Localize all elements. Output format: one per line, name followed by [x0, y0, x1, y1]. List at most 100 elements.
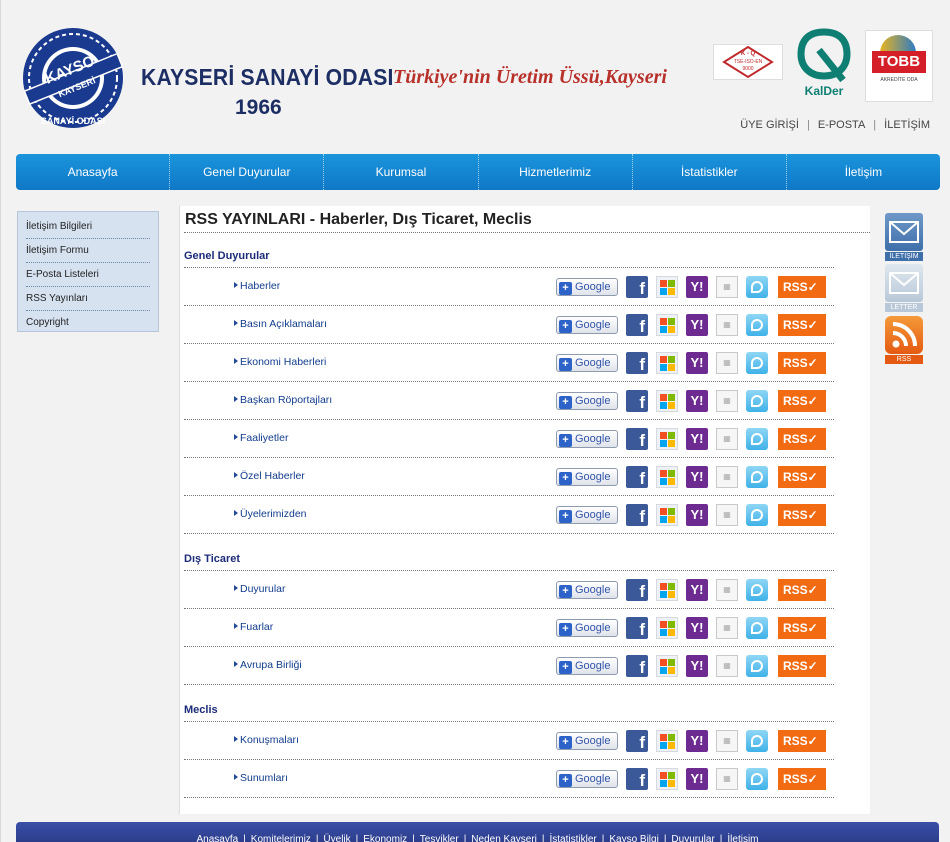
add-to-google-button[interactable]: + Google — [556, 732, 618, 750]
feed-reader-button[interactable]: ▦ — [716, 768, 738, 790]
windows-live-button[interactable] — [656, 276, 678, 298]
yahoo-button[interactable]: Y! — [686, 655, 708, 677]
add-to-google-button[interactable]: + Google — [556, 657, 618, 675]
rss-button[interactable]: RSS✓ — [778, 617, 826, 639]
facebook-button[interactable]: f — [626, 352, 648, 374]
footer-link[interactable]: Ekonomiz — [363, 834, 407, 842]
rss-button[interactable]: RSS✓ — [778, 276, 826, 298]
add-to-google-button[interactable]: + Google — [556, 581, 618, 599]
feed-link[interactable]: Ekonomi Haberleri — [234, 356, 326, 368]
add-to-google-button[interactable]: + Google — [556, 354, 618, 372]
feed-reader-button[interactable]: ▦ — [716, 655, 738, 677]
footer-link[interactable]: Kayso Bilgi — [609, 834, 658, 842]
twitter-button[interactable] — [746, 466, 768, 488]
twitter-button[interactable] — [746, 428, 768, 450]
nav-announcements[interactable]: Genel Duyurular — [170, 154, 325, 190]
footer-link[interactable]: Komitelerimiz — [251, 834, 311, 842]
feed-link[interactable]: Konuşmaları — [234, 734, 299, 746]
rss-button[interactable]: RSS✓ — [778, 768, 826, 790]
facebook-button[interactable]: f — [626, 314, 648, 336]
windows-live-button[interactable] — [656, 390, 678, 412]
yahoo-button[interactable]: Y! — [686, 617, 708, 639]
facebook-button[interactable]: f — [626, 504, 648, 526]
facebook-button[interactable]: f — [626, 390, 648, 412]
feed-link[interactable]: Haberler — [234, 280, 280, 292]
twitter-button[interactable] — [746, 390, 768, 412]
facebook-button[interactable]: f — [626, 579, 648, 601]
windows-live-button[interactable] — [656, 768, 678, 790]
member-login-link[interactable]: ÜYE GİRİŞİ — [740, 119, 799, 131]
windows-live-button[interactable] — [656, 428, 678, 450]
feed-reader-button[interactable]: ▦ — [716, 579, 738, 601]
feed-link[interactable]: Sunumları — [234, 772, 288, 784]
windows-live-button[interactable] — [656, 617, 678, 639]
add-to-google-button[interactable]: + Google — [556, 468, 618, 486]
kayso-logo[interactable]: KAYSO KAYSERİ SANAYİ ODASI — [15, 24, 133, 130]
twitter-button[interactable] — [746, 314, 768, 336]
sidebar-item-email-lists[interactable]: E-Posta Listeleri — [26, 263, 150, 287]
rss-button[interactable]: RSS✓ — [778, 504, 826, 526]
rss-button[interactable]: RSS✓ — [778, 730, 826, 752]
footer-link[interactable]: Anasayfa — [196, 834, 238, 842]
rss-button[interactable]: RSS✓ — [778, 655, 826, 677]
sidebar-item-copyright[interactable]: Copyright — [26, 311, 150, 335]
feed-reader-button[interactable]: ▦ — [716, 428, 738, 450]
contact-link[interactable]: İLETİŞİM — [884, 119, 930, 131]
footer-link[interactable]: İstatistikler — [550, 834, 597, 842]
facebook-button[interactable]: f — [626, 768, 648, 790]
sidebar-item-rss-feeds[interactable]: RSS Yayınları — [26, 287, 150, 311]
nav-home[interactable]: Anasayfa — [16, 154, 171, 190]
nav-statistics[interactable]: İstatistikler — [633, 154, 787, 190]
feed-reader-button[interactable]: ▦ — [716, 504, 738, 526]
feed-link[interactable]: Duyurular — [234, 583, 286, 595]
rss-button[interactable]: RSS✓ — [778, 390, 826, 412]
nav-corporate[interactable]: Kurumsal — [324, 154, 479, 190]
yahoo-button[interactable]: Y! — [686, 390, 708, 412]
sidebar-item-contact-info[interactable]: İletişim Bilgileri — [26, 215, 150, 239]
footer-link[interactable]: İletişim — [727, 834, 758, 842]
feed-reader-button[interactable]: ▦ — [716, 276, 738, 298]
feed-link[interactable]: Faaliyetler — [234, 432, 288, 444]
windows-live-button[interactable] — [656, 730, 678, 752]
footer-link[interactable]: Üyelik — [323, 834, 350, 842]
rss-button[interactable]: RSS✓ — [778, 466, 826, 488]
feed-reader-button[interactable]: ▦ — [716, 466, 738, 488]
facebook-button[interactable]: f — [626, 617, 648, 639]
windows-live-button[interactable] — [656, 314, 678, 336]
twitter-button[interactable] — [746, 655, 768, 677]
footer-link[interactable]: Neden Kayseri — [471, 834, 537, 842]
feed-link[interactable]: Fuarlar — [234, 621, 273, 633]
yahoo-button[interactable]: Y! — [686, 504, 708, 526]
twitter-button[interactable] — [746, 352, 768, 374]
twitter-button[interactable] — [746, 730, 768, 752]
feed-reader-button[interactable]: ▦ — [716, 390, 738, 412]
yahoo-button[interactable]: Y! — [686, 730, 708, 752]
facebook-button[interactable]: f — [626, 428, 648, 450]
facebook-button[interactable]: f — [626, 655, 648, 677]
feed-link[interactable]: Özel Haberler — [234, 470, 305, 482]
add-to-google-button[interactable]: + Google — [556, 392, 618, 410]
windows-live-button[interactable] — [656, 655, 678, 677]
nav-contact[interactable]: İletişim — [787, 154, 940, 190]
nav-services[interactable]: Hizmetlerimiz — [479, 154, 633, 190]
feed-link[interactable]: Başkan Röportajları — [234, 394, 332, 406]
feed-link[interactable]: Üyelerimizden — [234, 508, 307, 520]
yahoo-button[interactable]: Y! — [686, 314, 708, 336]
contact-mail-icon[interactable]: İLETİŞİM — [885, 213, 923, 261]
windows-live-button[interactable] — [656, 504, 678, 526]
twitter-button[interactable] — [746, 504, 768, 526]
yahoo-button[interactable]: Y! — [686, 276, 708, 298]
feed-reader-button[interactable]: ▦ — [716, 352, 738, 374]
yahoo-button[interactable]: Y! — [686, 352, 708, 374]
add-to-google-button[interactable]: + Google — [556, 770, 618, 788]
add-to-google-button[interactable]: + Google — [556, 619, 618, 637]
sidebar-item-contact-form[interactable]: İletişim Formu — [26, 239, 150, 263]
twitter-button[interactable] — [746, 617, 768, 639]
add-to-google-button[interactable]: + Google — [556, 278, 618, 296]
feed-reader-button[interactable]: ▦ — [716, 617, 738, 639]
feed-reader-button[interactable]: ▦ — [716, 314, 738, 336]
footer-link[interactable]: Duyurular — [671, 834, 714, 842]
footer-link[interactable]: Teşvikler — [420, 834, 459, 842]
feed-reader-button[interactable]: ▦ — [716, 730, 738, 752]
feed-link[interactable]: Avrupa Birliği — [234, 659, 302, 671]
